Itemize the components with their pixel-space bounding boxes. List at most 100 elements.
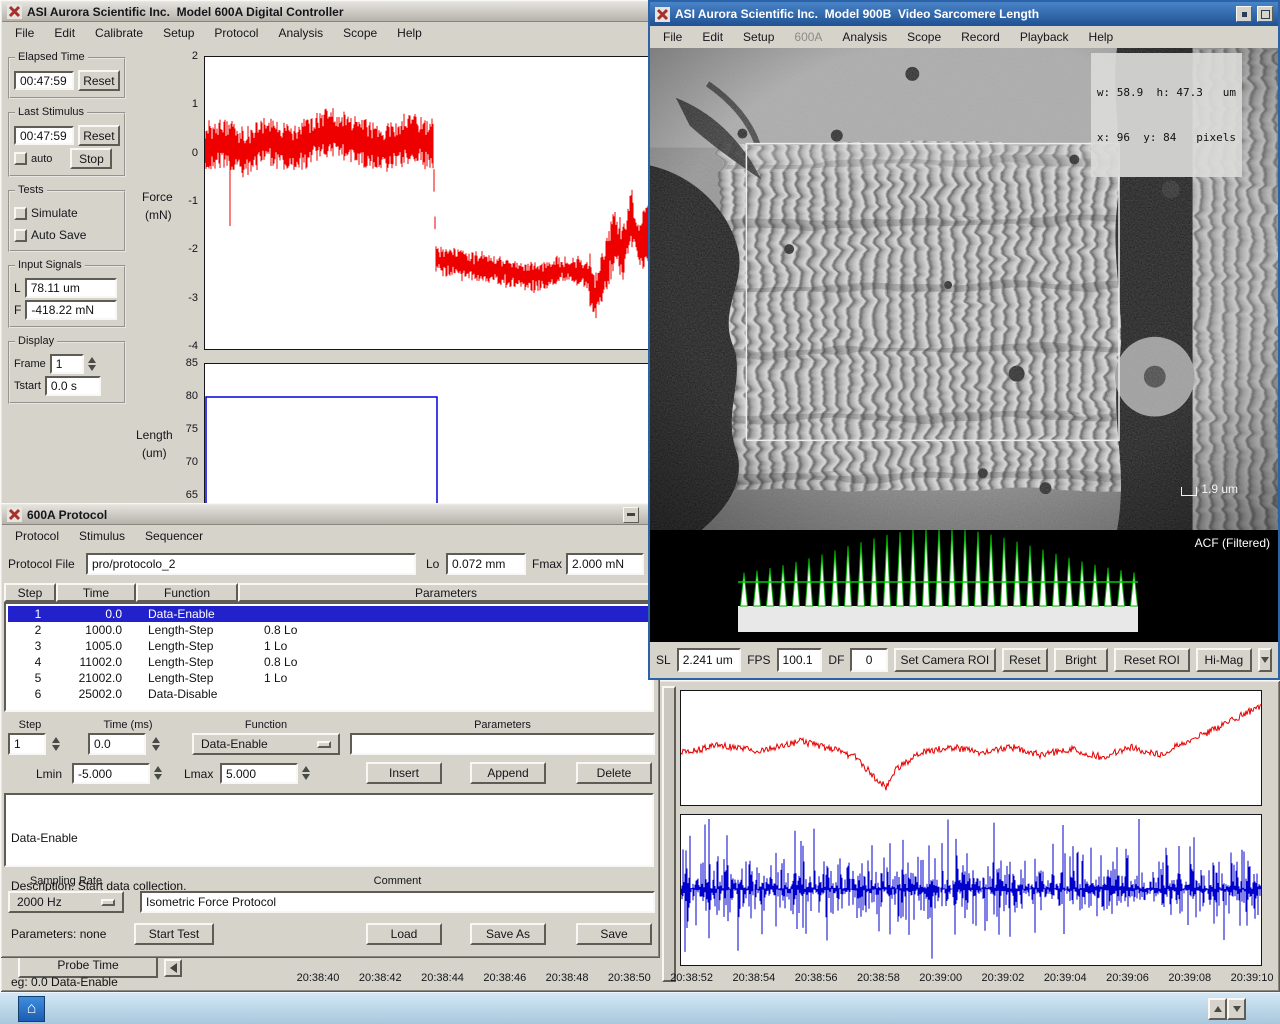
- insert-button[interactable]: Insert: [366, 762, 442, 784]
- time-input[interactable]: 0.0: [88, 733, 146, 755]
- function-dropdown[interactable]: Data-Enable: [192, 733, 340, 755]
- reset-button[interactable]: Reset: [1002, 648, 1048, 672]
- save-button[interactable]: Save: [576, 923, 652, 945]
- menu-900b-record[interactable]: Record: [951, 27, 1010, 48]
- protocol-step-row-3[interactable]: 31005.0Length-Step1 Lo: [8, 638, 650, 654]
- lmin-input[interactable]: -5.000: [72, 763, 150, 784]
- titlebar-600a[interactable]: ASI Aurora Scientific Inc. Model 600A Di…: [2, 2, 650, 22]
- protocol-file-label: Protocol File: [8, 557, 75, 571]
- titlebar-900b[interactable]: ASI Aurora Scientific Inc. Model 900B Vi…: [650, 2, 1278, 26]
- f-signal-label: F: [14, 303, 21, 317]
- lmax-spinner-arrows[interactable]: [302, 766, 310, 780]
- reset-roi-button[interactable]: Reset ROI: [1114, 648, 1190, 672]
- table-header-row: StepTimeFunctionParameters: [0, 583, 660, 603]
- menu-600a-scope[interactable]: Scope: [333, 23, 387, 44]
- parameters-input[interactable]: [350, 733, 655, 755]
- save-as-button[interactable]: Save As: [470, 923, 546, 945]
- menu-600a-setup[interactable]: Setup: [153, 23, 204, 44]
- step-spinbox[interactable]: 1: [8, 733, 46, 755]
- menu-600a-file[interactable]: File: [5, 23, 44, 44]
- auto-save-checkbox[interactable]: [14, 229, 27, 242]
- tests-label: Tests: [15, 184, 47, 196]
- taskbar-scroll-up[interactable]: [1208, 998, 1227, 1020]
- video-area[interactable]: w: 58.9 h: 47.3 um x: 96 y: 84 pixels 1.…: [650, 48, 1278, 530]
- menu-900b-edit[interactable]: Edit: [692, 27, 733, 48]
- delete-button[interactable]: Delete: [576, 762, 652, 784]
- menu-600a-help[interactable]: Help: [387, 23, 432, 44]
- menu-900b-600a[interactable]: 600A: [784, 27, 832, 48]
- sampling-rate-dropdown[interactable]: 2000 Hz: [8, 891, 124, 913]
- hi-mag-button[interactable]: Hi-Mag: [1196, 648, 1252, 672]
- column-header-function[interactable]: Function: [136, 583, 238, 602]
- taskbar-scroll-down[interactable]: [1227, 998, 1246, 1020]
- menu-protocol-sequencer[interactable]: Sequencer: [135, 526, 213, 547]
- menu-900b-analysis[interactable]: Analysis: [832, 27, 897, 48]
- menu-600a-analysis[interactable]: Analysis: [268, 23, 333, 44]
- titlebar-protocol[interactable]: 600A Protocol: [2, 505, 658, 525]
- column-header-step[interactable]: Step: [4, 583, 56, 602]
- time-tick-203856: 20:38:56: [782, 972, 850, 984]
- menu-600a-edit[interactable]: Edit: [44, 23, 85, 44]
- axis-tick-75: 75: [168, 423, 198, 435]
- elapsed-reset-button[interactable]: Reset: [78, 70, 120, 91]
- menubar-protocol: ProtocolStimulusSequencer: [2, 525, 658, 547]
- display-group: Display Frame 1 Tstart 0.0 s: [8, 341, 126, 404]
- stimulus-reset-button[interactable]: Reset: [78, 125, 120, 146]
- frame-spinner-arrows[interactable]: [88, 357, 96, 371]
- row-cell-time: 1000.0: [64, 623, 122, 637]
- protocol-step-table[interactable]: 10.0Data-Enable21000.0Length-Step0.8 Lo3…: [4, 602, 654, 712]
- protocol-step-row-6[interactable]: 625002.0Data-Disable: [8, 686, 650, 702]
- description-line-3: Parameters: none: [11, 926, 647, 942]
- frame-spinbox[interactable]: 1: [50, 354, 84, 374]
- maximize-button[interactable]: [1257, 6, 1273, 22]
- display-label: Display: [15, 335, 57, 347]
- menu-600a-protocol[interactable]: Protocol: [204, 23, 268, 44]
- protocol-file-input[interactable]: pro/protocolo_2: [86, 553, 416, 575]
- menu-900b-scope[interactable]: Scope: [897, 27, 951, 48]
- time-tick-203902: 20:39:02: [969, 972, 1037, 984]
- description-line-4: eg: 0.0 Data-Enable: [11, 974, 647, 990]
- column-header-parameters[interactable]: Parameters: [238, 583, 654, 602]
- roi-size-readout: w: 58.9 h: 47.3 um: [1097, 85, 1236, 100]
- menu-900b-file[interactable]: File: [653, 27, 692, 48]
- protocol-step-row-2[interactable]: 21000.0Length-Step0.8 Lo: [8, 622, 650, 638]
- menu-protocol-stimulus[interactable]: Stimulus: [69, 526, 135, 547]
- start-test-button[interactable]: Start Test: [134, 923, 214, 945]
- tstart-label: Tstart: [14, 380, 41, 392]
- menu-900b-help[interactable]: Help: [1079, 27, 1124, 48]
- df-value[interactable]: 0: [850, 648, 887, 672]
- length-axis-units: (um): [142, 446, 167, 460]
- time-tick-203852: 20:38:52: [658, 972, 726, 984]
- set-camera-roi-button[interactable]: Set Camera ROI: [894, 648, 996, 672]
- load-button[interactable]: Load: [366, 923, 442, 945]
- home-button[interactable]: ⌂: [18, 996, 45, 1022]
- lo-input[interactable]: 0.072 mm: [446, 553, 526, 575]
- simulate-checkbox[interactable]: [14, 207, 27, 220]
- lmin-spinner-arrows[interactable]: [154, 766, 162, 780]
- bright-button[interactable]: Bright: [1054, 648, 1108, 672]
- fmax-input[interactable]: 2.000 mN: [566, 553, 644, 575]
- minimize-button[interactable]: [1236, 6, 1252, 22]
- scope-pane-divider[interactable]: [662, 686, 676, 982]
- menu-protocol-protocol[interactable]: Protocol: [5, 526, 69, 547]
- lmax-input[interactable]: 5.000: [220, 763, 298, 784]
- column-header-time[interactable]: Time: [56, 583, 136, 602]
- append-button[interactable]: Append: [470, 762, 546, 784]
- protocol-step-row-4[interactable]: 411002.0Length-Step0.8 Lo: [8, 654, 650, 670]
- tstart-value[interactable]: 0.0 s: [45, 376, 101, 396]
- step-spinner-arrows[interactable]: [52, 737, 60, 751]
- menu-600a-calibrate[interactable]: Calibrate: [85, 23, 153, 44]
- auto-checkbox[interactable]: [14, 152, 27, 165]
- menu-900b-setup[interactable]: Setup: [733, 27, 784, 48]
- button-row-900b: Set Camera ROIResetBrightReset ROIHi-Mag: [894, 648, 1252, 672]
- description-line-1: Data-Enable: [11, 830, 647, 846]
- fps-value[interactable]: 100.1: [777, 648, 823, 672]
- minimize-button-protocol[interactable]: [623, 507, 639, 523]
- controls-overflow-arrow[interactable]: [1258, 648, 1272, 672]
- comment-input[interactable]: Isometric Force Protocol: [140, 891, 655, 913]
- time-spinner-arrows[interactable]: [152, 737, 160, 751]
- protocol-step-row-5[interactable]: 521002.0Length-Step1 Lo: [8, 670, 650, 686]
- protocol-step-row-1[interactable]: 10.0Data-Enable: [8, 606, 650, 622]
- stop-button[interactable]: Stop: [70, 148, 112, 169]
- menu-900b-playback[interactable]: Playback: [1010, 27, 1079, 48]
